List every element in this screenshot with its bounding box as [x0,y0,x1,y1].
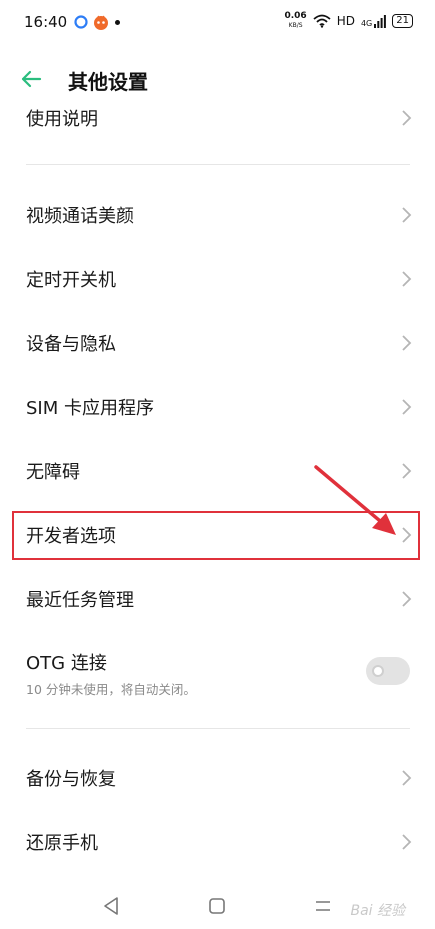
list-item-recent-tasks[interactable]: 最近任务管理 [0,567,435,631]
section-divider [26,164,410,165]
otg-label: OTG 连接 [26,653,107,674]
back-button[interactable] [16,64,50,94]
list-item-sim-apps[interactable]: SIM 卡应用程序 [0,375,435,439]
list-item-device-privacy[interactable]: 设备与隐私 [0,311,435,375]
item-label: 最近任务管理 [26,590,134,611]
chevron-right-icon [402,399,412,415]
chevron-right-icon [402,110,412,126]
item-label: 定时开关机 [26,270,116,291]
otg-toggle[interactable] [366,657,410,685]
app-notification-icon-2 [94,15,108,30]
list-item-backup-restore[interactable]: 备份与恢复 [0,746,435,810]
section-divider [26,728,410,729]
list-item-usage-guide[interactable]: 使用说明 [0,98,435,150]
item-label: 备份与恢复 [26,769,116,790]
chevron-right-icon [402,271,412,287]
item-label: 视频通话美颜 [26,206,134,227]
signal-indicator: 4G [361,14,387,28]
list-item-reset-phone[interactable]: 还原手机 [0,810,435,874]
nav-menu-icon[interactable] [314,896,332,916]
chevron-right-icon [402,207,412,223]
chevron-right-icon [402,335,412,351]
status-indicators: 0.06 KB/S HD 4G 21 [284,12,413,30]
notification-dot [115,20,120,25]
signal-icon [374,14,387,28]
list-item-video-call-beauty[interactable]: 视频通话美颜 [0,183,435,247]
app-notification-icon [74,15,88,29]
list-item-scheduled-power[interactable]: 定时开关机 [0,247,435,311]
status-bar: 16:40 0.06 KB/S HD 4G 21 [0,0,435,48]
back-arrow-icon [21,70,42,88]
highlight-box [12,511,420,560]
list-item-accessibility[interactable]: 无障碍 [0,439,435,503]
status-time: 16:40 [24,13,68,31]
list-item-otg: OTG 连接 10 分钟未使用，将自动关闭。 [0,639,435,709]
item-label: SIM 卡应用程序 [26,398,154,419]
chevron-right-icon [402,834,412,850]
item-label: 还原手机 [26,833,98,854]
toggle-knob [372,665,384,677]
system-nav-bar: Bai 经验 [0,888,435,929]
nav-back-icon[interactable] [102,896,120,916]
settings-list: 使用说明 视频通话美颜 定时开关机 设备与隐私 SIM 卡应用程序 无障碍 开发… [0,98,435,888]
nav-home-icon[interactable] [208,896,226,916]
item-label: 使用说明 [26,109,98,130]
network-type: HD [336,14,355,28]
chevron-right-icon [402,463,412,479]
chevron-right-icon [402,591,412,607]
item-label: 无障碍 [26,462,80,483]
network-speed: 0.06 KB/S [284,11,307,30]
page-title: 其他设置 [68,70,148,94]
watermark: Bai 经验 [350,903,405,919]
chevron-right-icon [402,770,412,786]
battery-icon: 21 [392,14,413,28]
wifi-icon [313,14,331,28]
item-label: 设备与隐私 [26,334,116,355]
otg-subtitle: 10 分钟未使用，将自动关闭。 [26,682,196,697]
